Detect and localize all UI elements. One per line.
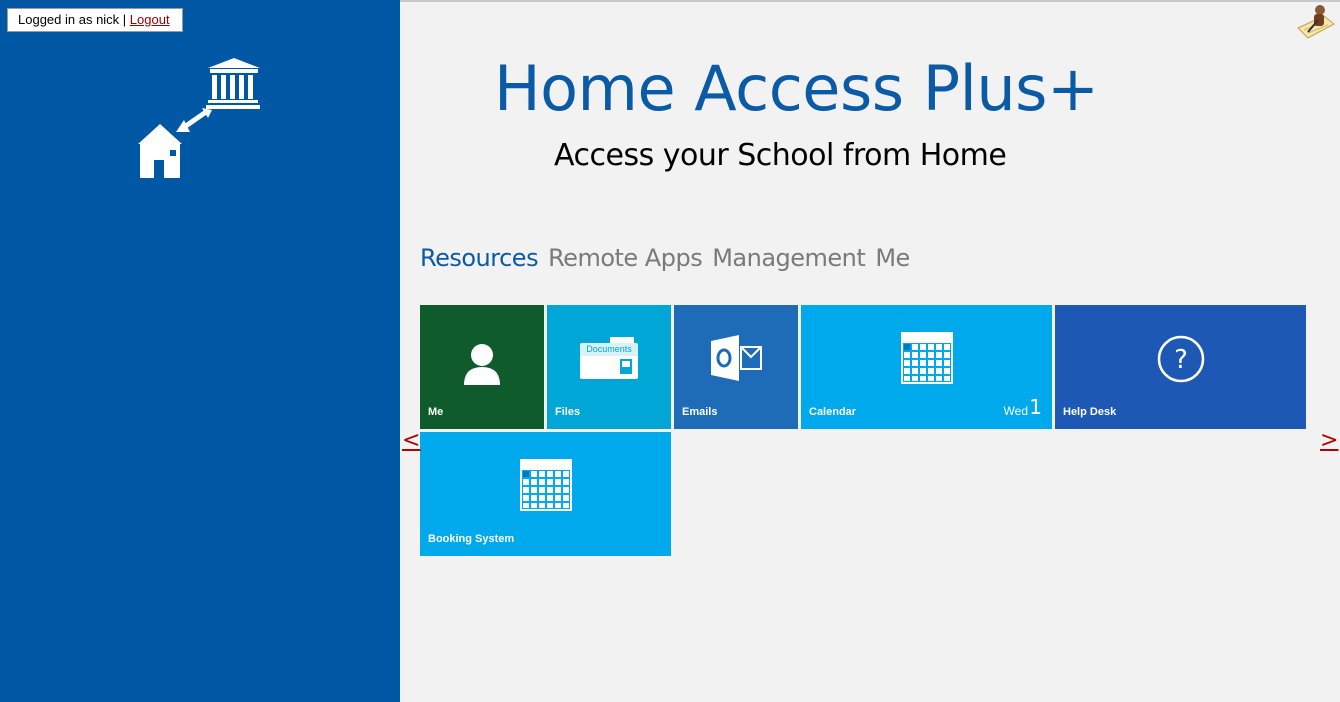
home-school-logo-icon <box>138 58 260 178</box>
page-title: Home Access Plus+ <box>494 52 1099 125</box>
user-icon <box>464 344 500 385</box>
tile-label: Calendar <box>809 406 857 418</box>
next-page-arrow[interactable]: > <box>1320 428 1338 453</box>
help-icon: ? <box>1157 335 1204 383</box>
tile-label: Booking System <box>428 533 515 545</box>
login-status: Logged in as nick | Logout <box>7 8 183 32</box>
logout-link[interactable]: Logout <box>130 12 170 27</box>
documents-folder-text: Documents <box>586 344 632 354</box>
svg-text:?: ? <box>1174 345 1188 375</box>
tile-label: Help Desk <box>1063 406 1117 418</box>
page-subtitle: Access your School from Home <box>554 138 1007 173</box>
prev-page-arrow[interactable]: < <box>402 428 420 453</box>
section-tabs: Resources Remote Apps Management Me <box>420 244 910 272</box>
tile-help-desk[interactable]: ? Help Desk <box>1055 305 1306 429</box>
login-text: Logged in as nick | <box>18 12 130 27</box>
tab-resources[interactable]: Resources <box>420 244 539 272</box>
tile-booking-system[interactable]: Booking System <box>420 432 671 556</box>
tile-me[interactable]: Me <box>420 305 544 429</box>
calendar-icon <box>519 459 572 511</box>
tab-me[interactable]: Me <box>875 244 910 272</box>
edit-pen-icon[interactable] <box>1294 2 1336 42</box>
documents-folder-icon: Documents <box>580 337 638 379</box>
tile-label: Me <box>428 406 444 418</box>
calendar-icon <box>900 332 953 384</box>
tab-remote-apps[interactable]: Remote Apps <box>548 244 703 272</box>
calendar-date: 1 <box>1029 395 1042 419</box>
calendar-day: Wed <box>1003 404 1028 418</box>
tile-files[interactable]: Documents Files <box>547 305 671 429</box>
tile-label: Emails <box>682 406 718 418</box>
tile-emails[interactable]: Emails <box>674 305 798 429</box>
tile-label: Files <box>555 406 581 418</box>
tile-calendar[interactable]: Calendar Wed 1 <box>801 305 1052 429</box>
outlook-icon <box>711 335 762 381</box>
tab-management[interactable]: Management <box>712 244 866 272</box>
sidebar: Logged in as nick | Logout <box>0 0 400 702</box>
top-border <box>400 0 1340 2</box>
